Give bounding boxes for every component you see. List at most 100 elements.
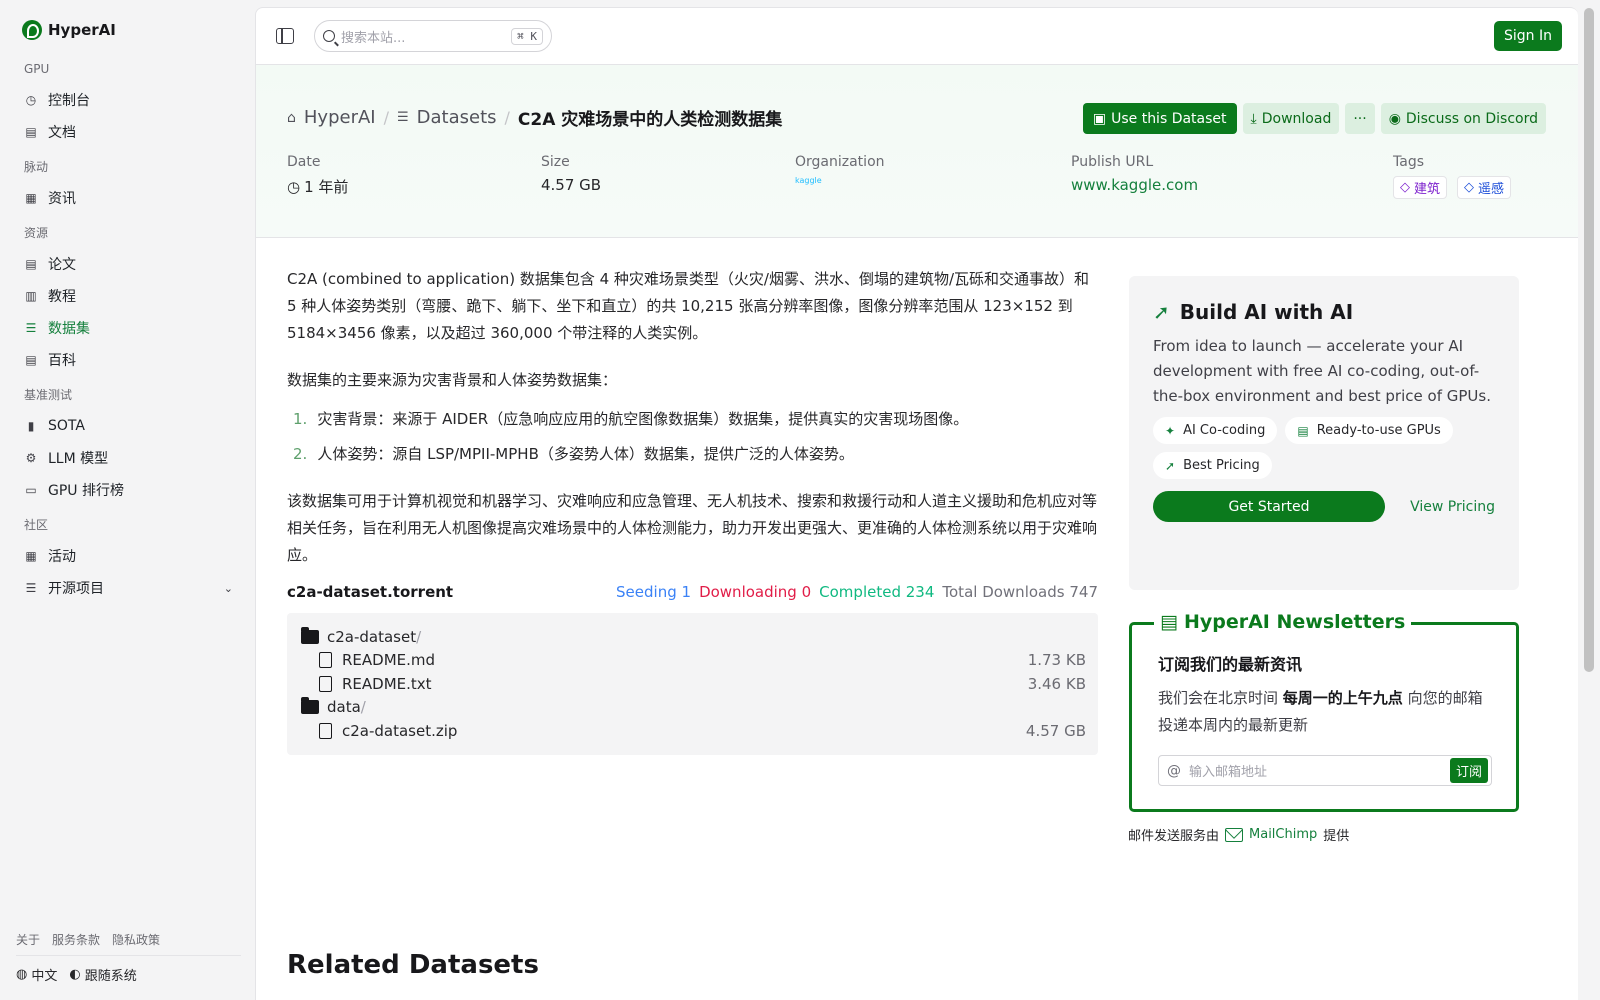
tag-chip[interactable]: ◇ 遥感	[1457, 176, 1512, 199]
meta-label: Date	[287, 154, 321, 170]
sidebar-item-label: 文档	[48, 125, 76, 141]
sidebar-item-news[interactable]: ▦ 资讯	[22, 182, 241, 214]
section-title: 社区	[24, 518, 49, 532]
page-title: C2A 灾难场景中的人类检测数据集	[517, 110, 783, 130]
publish-url-link[interactable]: www.kaggle.com	[1071, 176, 1198, 194]
sidebar-item-datasets[interactable]: ☰ 数据集	[22, 312, 241, 344]
newsletter-description: 我们会在北京时间 每周一的上午九点 向您的邮箱投递本周内的最新更新	[1158, 689, 1483, 734]
sidebar-item-docs[interactable]: ▤ 文档	[22, 116, 241, 148]
use-dataset-button[interactable]: ▣ Use this Dataset	[1082, 103, 1237, 134]
brand-logo-link[interactable]: HyperAI	[22, 20, 241, 40]
theme-icon: ◐	[69, 967, 81, 982]
downloading-stat: Downloading 0	[699, 583, 812, 601]
book-icon: ▥	[25, 289, 37, 303]
sidebar-item-open-source[interactable]: ☰ 开源项目 ⌄	[22, 572, 241, 604]
section-title: GPU	[24, 62, 50, 76]
globe-icon: ◍	[16, 967, 28, 982]
file-name: c2a-dataset.zip	[342, 721, 458, 740]
related-datasets-heading: Related Datasets	[287, 950, 539, 980]
file-name: README.txt	[342, 674, 432, 693]
sidebar-divider	[16, 955, 241, 956]
feature-chips: ✦ AI Co-coding ▤ Ready-to-use GPUs ➚ Best P…	[1153, 417, 1495, 479]
chip-label: Best Pricing	[1183, 458, 1260, 473]
scrollbar-thumb[interactable]	[1584, 8, 1594, 672]
about-link[interactable]: 关于	[16, 931, 40, 948]
seeding-stat: Seeding 1	[616, 583, 692, 601]
topbar: 搜索本站... ⌘ K Sign In	[256, 8, 1578, 65]
file-icon	[319, 652, 332, 669]
sidebar-item-gpu-ranking[interactable]: ▭ GPU 排行榜	[22, 474, 241, 506]
email-field[interactable]: @ 输入邮箱地址 订阅	[1158, 755, 1492, 786]
sidebar-item-label: 数据集	[48, 321, 90, 337]
search-input[interactable]: 搜索本站... ⌘ K	[314, 20, 552, 52]
sidebar-item-llm[interactable]: ⚙ LLM 模型	[22, 442, 241, 474]
sidebar: HyperAI GPU ◷ 控制台 ▤ 文档 脉动 ▦ 资讯 资源 ▤ 论文 ▥ 教程 ☰…	[0, 0, 255, 1000]
size-value: 4.57 GB	[541, 176, 602, 194]
sign-in-button[interactable]: Sign In	[1494, 21, 1562, 51]
sidebar-toggle-icon[interactable]	[276, 28, 294, 44]
tag-icon: ◇	[1464, 180, 1475, 195]
download-button[interactable]: ⤓ Download	[1242, 103, 1340, 134]
source-list: 1. 灾害背景：来源于 AIDER（应急响应应用的航空图像数据集）数据集，提供真实…	[287, 406, 1098, 468]
folder-row[interactable]: c2a-dataset /	[301, 625, 1086, 649]
breadcrumb-section[interactable]: Datasets	[417, 107, 497, 128]
list-item: 1. 灾害背景：来源于 AIDER（应急响应应用的航空图像数据集）数据集，提供真实…	[287, 406, 1098, 433]
subscribe-button[interactable]: 订阅	[1449, 758, 1488, 783]
sidebar-section-resources: 资源 ▤ 论文 ▥ 教程 ☰ 数据集 ▤ 百科	[22, 224, 241, 376]
sidebar-item-sota[interactable]: ▮ SOTA	[22, 410, 241, 442]
file-row[interactable]: README.md 1.73 KB	[301, 649, 1086, 673]
language-switcher[interactable]: ◍ 中文	[16, 965, 57, 984]
breadcrumb-separator: /	[383, 108, 389, 127]
path-slash: /	[360, 698, 366, 717]
view-pricing-link[interactable]: View Pricing	[1410, 499, 1495, 515]
get-started-button[interactable]: Get Started	[1153, 491, 1385, 522]
theme-switcher[interactable]: ◐ 跟随系统	[69, 965, 136, 984]
sidebar-item-tutorials[interactable]: ▥ 教程	[22, 280, 241, 312]
more-button[interactable]: ···	[1345, 103, 1375, 134]
use-dataset-label: Use this Dataset	[1111, 110, 1227, 127]
file-row[interactable]: c2a-dataset.zip 4.57 GB	[301, 719, 1086, 743]
description-paragraph: C2A (combined to application) 数据集包含 4 种灾…	[287, 270, 1090, 342]
email-placeholder: 输入邮箱地址	[1189, 765, 1268, 780]
download-label: Download	[1261, 110, 1332, 127]
chevron-down-icon[interactable]: ⌄	[224, 582, 233, 595]
file-row[interactable]: README.txt 3.46 KB	[301, 672, 1086, 696]
sidebar-item-events[interactable]: ▦ 活动	[22, 540, 241, 572]
tag-chip[interactable]: ◇ 建筑	[1393, 176, 1448, 199]
mail-service-note: 邮件发送服务由 MailChimp 提供	[1128, 825, 1349, 844]
meta-organization: Organization kaggle	[795, 154, 1071, 199]
sidebar-item-console[interactable]: ◷ 控制台	[22, 84, 241, 116]
build-title-text: Build AI with AI	[1179, 300, 1354, 324]
sparkle-icon: ✦	[1165, 423, 1176, 438]
at-icon: @	[1167, 762, 1181, 779]
discord-button[interactable]: ◉ Discuss on Discord	[1380, 103, 1546, 134]
tag-icon: ◇	[1400, 180, 1410, 195]
mailchimp-link[interactable]: MailChimp	[1249, 827, 1317, 842]
theme-label: 跟随系统	[84, 969, 137, 984]
breadcrumb-separator: /	[504, 108, 510, 127]
newspaper-icon: ▤	[1160, 611, 1178, 633]
database-icon: ☰	[397, 110, 409, 125]
privacy-link[interactable]: 隐私政策	[112, 931, 160, 948]
language-label: 中文	[31, 969, 58, 984]
section-title: 基准测试	[24, 388, 73, 402]
page-scrollbar[interactable]	[1578, 0, 1600, 1000]
sidebar-section-community: 社区 ▦ 活动 ☰ 开源项目 ⌄	[22, 516, 241, 604]
sidebar-item-papers[interactable]: ▤ 论文	[22, 248, 241, 280]
list-item: 2. 人体姿势：源自 LSP/MPII-MPHB（多姿势人体）数据集，提供广泛的人…	[287, 441, 1098, 468]
breadcrumb-home[interactable]: HyperAI	[304, 107, 376, 128]
build-title: ➚ Build AI with AI	[1153, 300, 1495, 324]
kaggle-logo[interactable]: kaggle	[795, 176, 822, 185]
sidebar-item-label: 开源项目	[48, 581, 104, 597]
meta-label: Size	[541, 154, 570, 170]
torrent-name[interactable]: c2a-dataset.torrent	[287, 583, 453, 601]
discord-icon: ◉	[1388, 110, 1401, 127]
dataset-meta: Date ◷ 1 年前 Size 4.57 GB Organization kag…	[287, 154, 1546, 199]
file-name: README.md	[342, 651, 436, 670]
folder-row[interactable]: data /	[301, 696, 1086, 720]
feature-chip: ▤ Ready-to-use GPUs	[1285, 417, 1453, 444]
sidebar-item-label: 教程	[48, 289, 76, 305]
terms-link[interactable]: 服务条款	[52, 931, 100, 948]
sidebar-item-wiki[interactable]: ▤ 百科	[22, 344, 241, 376]
file-size: 4.57 GB	[1025, 721, 1086, 740]
